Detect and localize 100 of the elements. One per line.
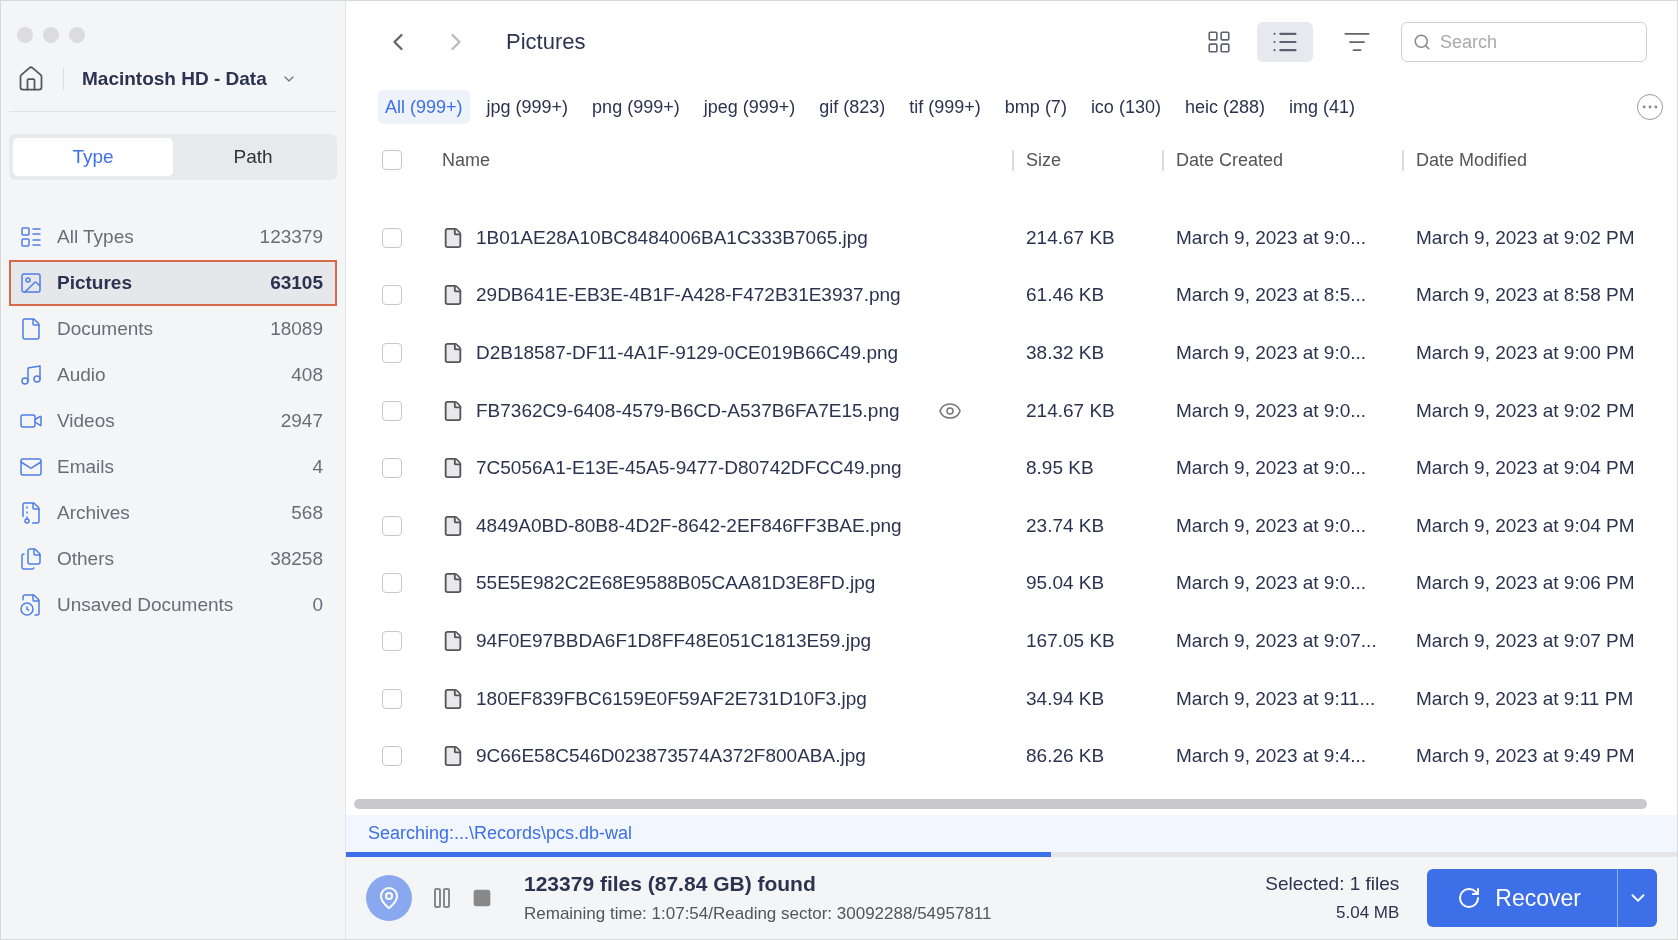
date-created: March 9, 2023 at 9:07...	[1175, 629, 1378, 652]
filter-chip[interactable]: img (41)	[1281, 90, 1362, 124]
row-checkbox[interactable]	[382, 573, 402, 594]
file-name: D2B18587-DF11-4A1F-9129-0CE019B66C49.png	[476, 342, 899, 364]
files-icon	[19, 547, 43, 571]
date-created: March 9, 2023 at 9:0...	[1175, 399, 1368, 422]
file-icon	[442, 629, 464, 652]
filter-chip[interactable]: heic (288)	[1177, 90, 1272, 124]
search-field[interactable]: Search	[1401, 22, 1647, 62]
file-name: 29DB641E-EB3E-4B1F-A428-F472B31E3937.png	[476, 284, 901, 307]
filter-chip[interactable]: tif (999+)	[902, 90, 988, 124]
select-all-checkbox[interactable]	[382, 150, 402, 170]
category-count: 63105	[270, 272, 323, 294]
column-header[interactable]: Name	[442, 149, 1012, 171]
date-created: March 9, 2023 at 9:4...	[1175, 745, 1368, 768]
category-count: 4	[312, 456, 323, 478]
tab[interactable]: Path	[173, 138, 333, 176]
category-label: Audio	[57, 364, 107, 386]
selected-count: Selected: 1 files	[1265, 873, 1400, 895]
file-size: 34.94 KB	[1025, 687, 1106, 710]
tab[interactable]: Type	[13, 138, 173, 176]
file-size: 8.95 KB	[1025, 457, 1095, 480]
row-checkbox[interactable]	[382, 227, 402, 248]
file-icon	[442, 745, 464, 768]
row-checkbox[interactable]	[382, 515, 402, 536]
file-icon	[442, 342, 464, 364]
filter-chip[interactable]: bmp (7)	[997, 90, 1074, 124]
date-created: March 9, 2023 at 9:0...	[1175, 457, 1368, 480]
column-header[interactable]: Date Modified	[1402, 149, 1677, 171]
search-status: Searching:...\Records\pcs.db-wal	[346, 815, 1677, 852]
category-item[interactable]: Documents 18089	[9, 306, 337, 352]
category-count: 0	[312, 594, 323, 616]
document-icon	[19, 317, 43, 341]
row-checkbox[interactable]	[382, 400, 402, 421]
window-button[interactable]	[69, 27, 85, 43]
file-size: 61.46 KB	[1025, 284, 1106, 307]
filter-chip[interactable]: gif (823)	[812, 90, 893, 124]
category-item[interactable]: Pictures 63105	[9, 260, 337, 306]
remaining-time: Remaining time: 1:07:54/Reading sector: 30092288/54957811	[524, 904, 993, 924]
row-checkbox[interactable]	[382, 285, 402, 306]
file-name: FB7362C9-6408-4579-B6CD-A537B6FA7E15.png	[476, 399, 900, 422]
column-header[interactable]: Size	[1012, 149, 1162, 171]
filter-chip[interactable]: png (999+)	[585, 90, 687, 124]
category-item[interactable]: All Types 123379	[9, 214, 337, 260]
file-name: 55E5E982C2E68E9588B05CAA81D3E8FD.jpg	[476, 572, 876, 595]
filter-chip[interactable]: jpg (999+)	[479, 90, 576, 124]
category-count: 408	[291, 364, 323, 386]
category-count: 123379	[259, 226, 323, 248]
date-modified: March 9, 2023 at 9:02 PM	[1415, 399, 1636, 422]
date-created: March 9, 2023 at 8:5...	[1175, 284, 1368, 307]
grid-icon	[1206, 29, 1232, 55]
column-header[interactable]: Date Created	[1162, 149, 1402, 171]
row-checkbox[interactable]	[382, 343, 402, 363]
date-created: March 9, 2023 at 9:0...	[1175, 342, 1368, 364]
category-item[interactable]: Audio 408	[9, 352, 337, 398]
category-item[interactable]: Unsaved Documents 0	[9, 582, 337, 628]
row-checkbox[interactable]	[382, 458, 402, 479]
category-label: Emails	[57, 456, 115, 478]
category-label: Documents	[57, 318, 155, 340]
file-icon	[442, 457, 464, 480]
date-modified: March 9, 2023 at 9:04 PM	[1415, 514, 1636, 537]
file-size: 95.04 KB	[1025, 572, 1106, 595]
list-view-button[interactable]	[1257, 22, 1313, 62]
file-name: 94F0E97BBDA6F1D8FF48E051C1813E59.jpg	[476, 629, 872, 652]
row-checkbox[interactable]	[382, 688, 402, 709]
category-label: Archives	[57, 502, 131, 524]
file-size: 214.67 KB	[1025, 226, 1116, 249]
category-item[interactable]: Others 38258	[9, 536, 337, 582]
file-name: 7C5056A1-E13E-45A5-9477-D80742DFCC49.png	[476, 457, 902, 480]
filter-chip[interactable]: All (999+)	[378, 90, 470, 124]
date-created: March 9, 2023 at 9:0...	[1175, 572, 1368, 595]
filter-chip[interactable]: ico (130)	[1083, 90, 1168, 124]
file-name: 9C66E58C546D023873574A372F800ABA.jpg	[476, 745, 866, 768]
refresh-icon	[1457, 886, 1482, 910]
category-item[interactable]: Videos 2947	[9, 398, 337, 444]
list-icon	[19, 225, 43, 249]
category-item[interactable]: Emails 4	[9, 444, 337, 490]
stop-icon[interactable]	[472, 888, 492, 908]
dropdown-button[interactable]	[1617, 869, 1657, 927]
window-button[interactable]	[43, 27, 59, 43]
category-label: Videos	[57, 410, 116, 432]
filter-chip[interactable]: jpeg (999+)	[696, 90, 803, 124]
home-icon[interactable]	[17, 65, 45, 93]
recover-button[interactable]: Recover	[1427, 869, 1617, 927]
drive-selector[interactable]: Macintosh HD - Data	[63, 68, 297, 90]
scrollbar[interactable]	[354, 799, 1647, 809]
date-created: March 9, 2023 at 9:11...	[1175, 687, 1377, 710]
window-button[interactable]	[17, 27, 33, 43]
file-icon	[442, 399, 464, 422]
category-label: Others	[57, 548, 116, 570]
category-label: Pictures	[57, 272, 133, 294]
category-item[interactable]: Archives 568	[9, 490, 337, 536]
category-label: All Types	[57, 226, 135, 248]
clock-document-icon	[19, 593, 43, 617]
file-size: 86.26 KB	[1025, 745, 1106, 768]
row-checkbox[interactable]	[382, 630, 402, 651]
date-modified: March 9, 2023 at 8:58 PM	[1415, 284, 1636, 307]
archive-icon	[19, 501, 43, 525]
row-checkbox[interactable]	[382, 746, 402, 767]
date-modified: March 9, 2023 at 9:04 PM	[1415, 457, 1636, 480]
